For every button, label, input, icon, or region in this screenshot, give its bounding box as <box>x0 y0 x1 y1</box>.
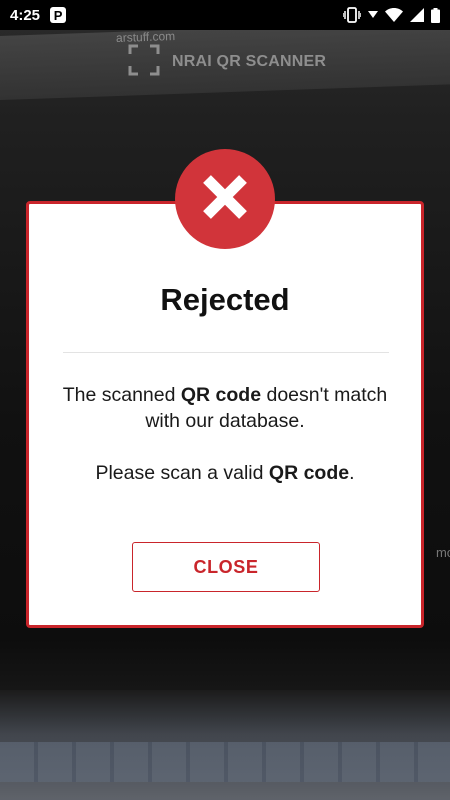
battery-icon <box>431 7 440 23</box>
message-paragraph-2: Please scan a valid QR code. <box>95 462 355 484</box>
scanner-screen: arstuff.com mo 4:25 P <box>0 0 450 800</box>
qr-scan-frame-icon <box>128 44 160 81</box>
app-notification-icon: P <box>50 7 67 23</box>
dialog-title: Rejected <box>160 282 290 317</box>
scanner-title: NRAI QR SCANNER <box>172 53 327 70</box>
vibrate-icon <box>343 7 361 23</box>
close-x-icon <box>199 171 251 228</box>
wifi-icon <box>385 8 403 22</box>
signal-dropdown-icon <box>368 11 378 19</box>
status-bar: 4:25 P <box>0 0 450 30</box>
message-paragraph-1: The scanned QR code doesn't match with o… <box>62 384 388 432</box>
camera-feed-side-text: mo <box>435 545 450 560</box>
cellular-icon <box>410 8 424 22</box>
status-time: 4:25 <box>10 6 41 24</box>
rejected-dialog: Rejected The scanned QR code doesn't mat… <box>26 201 424 628</box>
close-button[interactable]: CLOSE <box>132 542 320 592</box>
reject-badge <box>175 149 275 249</box>
camera-feed-bottom <box>0 690 450 800</box>
status-icons <box>343 7 440 23</box>
dialog-divider <box>63 352 389 353</box>
scanner-header: NRAI QR SCANNER <box>128 44 326 80</box>
dialog-message: The scanned QR code doesn't match with o… <box>49 382 401 486</box>
